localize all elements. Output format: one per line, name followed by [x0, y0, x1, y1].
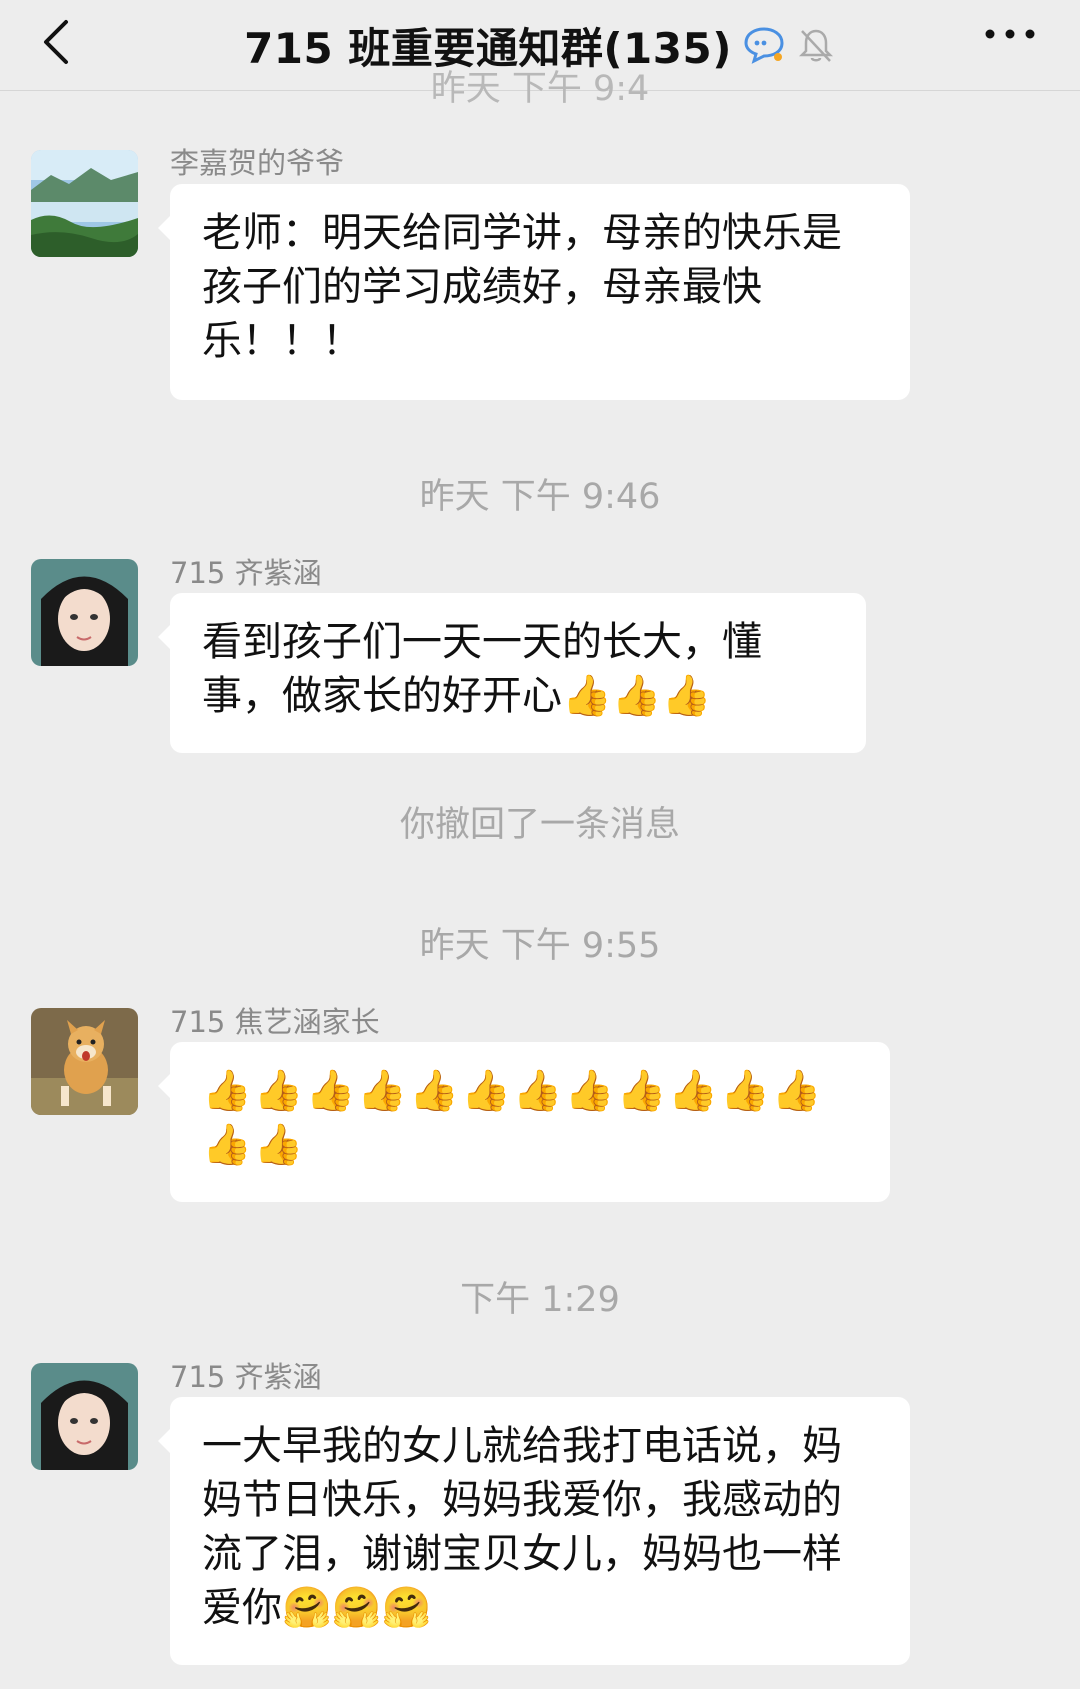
timestamp-partial: 昨天 下午 9:4: [430, 69, 650, 109]
more-dots-icon[interactable]: [980, 14, 1040, 54]
sender-name: 715 焦艺涵家长: [170, 1005, 380, 1039]
avatar-dog[interactable]: [31, 1008, 138, 1115]
avatar-girl[interactable]: [31, 559, 138, 666]
chat-bubble-icon: [744, 27, 784, 64]
message-bubble[interactable]: 看到孩子们一天一天的长大，懂事，做家长的好开心👍👍👍: [158, 593, 866, 753]
sender-name: 715 齐紫涵: [170, 1360, 322, 1394]
sender-name: 715 齐紫涵: [170, 556, 322, 590]
timestamp: 昨天 下午 9:55: [419, 926, 661, 966]
timestamp: 昨天 下午 9:46: [419, 477, 661, 517]
message-bubble[interactable]: 老师：明天给同学讲，母亲的快乐是孩子们的学习成绩好，母亲最快乐！！！: [158, 184, 910, 400]
landscape-avatar-image: [31, 150, 138, 257]
avatar-landscape[interactable]: [31, 150, 138, 257]
avatar-girl[interactable]: [31, 1363, 138, 1470]
girl-avatar-image: [31, 559, 138, 666]
recall-notice: 你撤回了一条消息: [399, 805, 680, 845]
bell-off-icon: [798, 29, 833, 62]
timestamp: 下午 1:29: [460, 1280, 620, 1320]
dog-avatar-image: [31, 1008, 138, 1115]
message-bubble[interactable]: 👍👍👍👍👍👍👍👍👍👍👍👍👍👍: [158, 1042, 890, 1202]
message-bubble[interactable]: 一大早我的女儿就给我打电话说，妈妈节日快乐，妈妈我爱你，我感动的流了泪，谢谢宝贝…: [158, 1397, 910, 1665]
sender-name: 李嘉贺的爷爷: [170, 146, 345, 180]
girl-avatar-image: [31, 1363, 138, 1470]
